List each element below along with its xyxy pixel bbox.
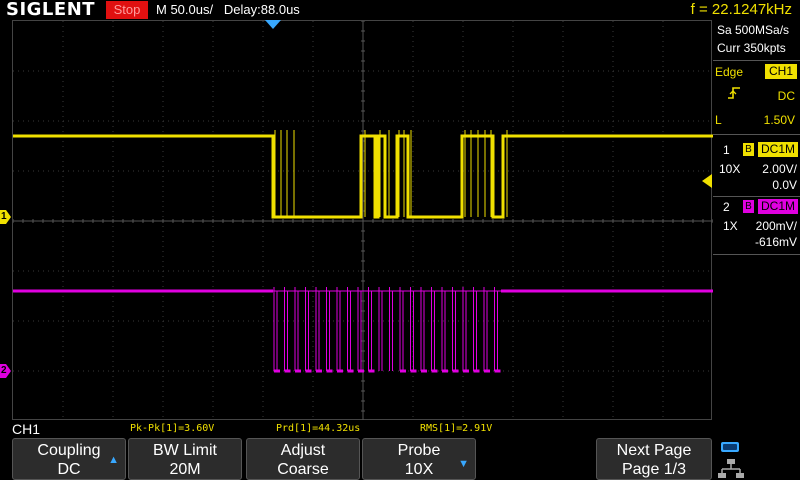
ch2-probe: 1X <box>723 219 738 233</box>
ch2-offset: -616mV <box>754 235 797 249</box>
coupling-softkey[interactable]: Coupling DC ▲ <box>12 438 126 480</box>
waveform-canvas <box>13 21 713 421</box>
measurement-bar: CH1 Pk-Pk[1]=3.60V Prd[1]=44.32us RMS[1]… <box>0 420 800 438</box>
softkey-label: Next Page <box>616 442 692 459</box>
ch2-scale: 200mV/ <box>755 219 797 233</box>
ch1-offset: 0.0V <box>772 178 797 192</box>
softkey-value: Coarse <box>277 461 329 478</box>
ch2-offset-marker[interactable]: 2 <box>0 364 11 378</box>
top-status-bar: SIGLENT Stop M 50.0us/ Delay:88.0us f = … <box>0 0 800 20</box>
ch2-marker-label: 2 <box>1 365 7 376</box>
brand-logo: SIGLENT <box>6 0 96 20</box>
network-icon <box>718 459 744 478</box>
trigger-mode: Edge <box>715 65 744 79</box>
panel-divider <box>713 196 800 197</box>
up-arrow-icon: ▲ <box>108 454 119 466</box>
ch1-bw-limit-badge: B <box>743 143 754 156</box>
panel-divider <box>713 60 800 61</box>
sample-rate: Sa 500MSa/s <box>717 23 790 37</box>
ch1-offset-marker[interactable]: 1 <box>0 210 11 224</box>
ch1-probe: 10X <box>719 162 741 176</box>
probe-softkey[interactable]: Probe 10X ▼ <box>362 438 476 480</box>
ch2-coupling: DC1M <box>758 199 798 214</box>
softkey-value: Page 1/3 <box>621 461 687 478</box>
run-stop-status[interactable]: Stop <box>106 1 148 19</box>
trigger-level-label: L <box>715 113 722 127</box>
ch1-marker-label: 1 <box>1 211 7 222</box>
ch2-number: 2 <box>723 200 730 214</box>
ch2-bw-limit-badge: B <box>743 200 754 213</box>
trigger-source: CH1 <box>765 64 797 79</box>
softkey-value: 20M <box>169 461 201 478</box>
right-info-panel: Sa 500MSa/s Curr 350kpts Edge CH1 DC L 1… <box>713 20 800 420</box>
waveform-display[interactable] <box>12 20 713 421</box>
bw-limit-softkey[interactable]: BW Limit 20M <box>128 438 242 480</box>
memory-depth: Curr 350kpts <box>717 41 786 55</box>
trigger-level: 1.50V <box>763 113 795 127</box>
ch1-scale: 2.00V/ <box>762 162 797 176</box>
period-measurement: Prd[1]=44.32us <box>276 423 361 434</box>
trigger-position-marker-icon[interactable] <box>265 20 281 30</box>
softkey-menu: Coupling DC ▲ BW Limit 20M Adjust Coarse… <box>0 438 800 480</box>
softkey-label: Adjust <box>280 442 326 459</box>
panel-divider <box>713 254 800 255</box>
pkpk-measurement: Pk-Pk[1]=3.60V <box>130 423 215 434</box>
status-icons <box>717 438 747 480</box>
softkey-label: BW Limit <box>153 442 217 459</box>
down-arrow-icon: ▼ <box>458 458 469 470</box>
trigger-coupling: DC <box>777 89 795 103</box>
rms-measurement: RMS[1]=2.91V <box>420 423 493 434</box>
timebase-delay-readout: M 50.0us/ Delay:88.0us <box>156 2 300 17</box>
trigger-level-marker-icon[interactable] <box>701 174 712 188</box>
adjust-softkey[interactable]: Adjust Coarse <box>246 438 360 480</box>
ch1-coupling: DC1M <box>758 142 798 157</box>
panel-divider <box>713 134 800 135</box>
frequency-counter: f = 22.1247kHz <box>690 1 792 18</box>
measurement-channel: CH1 <box>12 421 41 437</box>
next-page-softkey[interactable]: Next Page Page 1/3 <box>596 438 712 480</box>
rising-edge-icon <box>728 87 740 99</box>
ch1-number: 1 <box>723 143 730 157</box>
